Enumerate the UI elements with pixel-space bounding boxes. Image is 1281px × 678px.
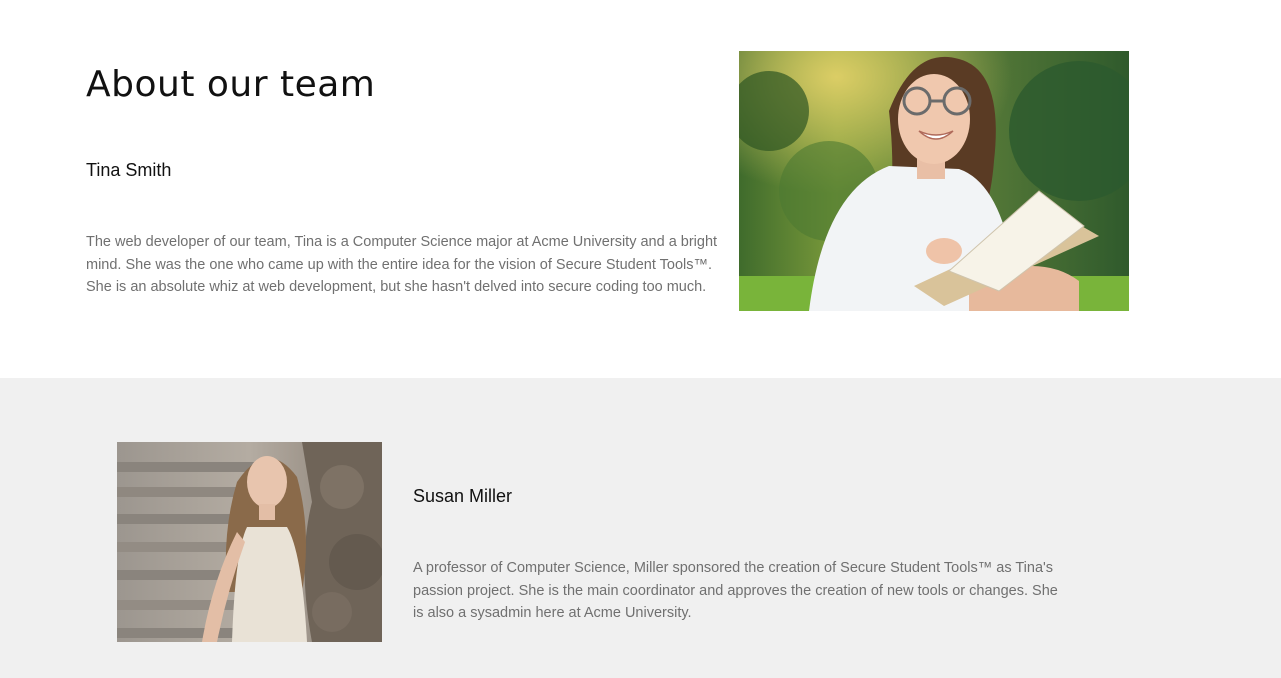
member-name-susan: Susan Miller xyxy=(413,486,513,506)
member-photo-susan xyxy=(117,442,382,642)
member-photo-tina xyxy=(739,51,1129,311)
member-bio-tina: The web developer of our team, Tina is a… xyxy=(86,234,718,295)
team-section-susan: Susan Miller A professor of Computer Sci… xyxy=(0,378,1281,678)
team-section-tina: About our team Tina Smith The web develo… xyxy=(0,0,1281,378)
member-bio-susan: A professor of Computer Science, Miller … xyxy=(413,560,1058,621)
member-name-tina: Tina Smith xyxy=(86,160,172,180)
page-title: About our team xyxy=(86,64,376,105)
